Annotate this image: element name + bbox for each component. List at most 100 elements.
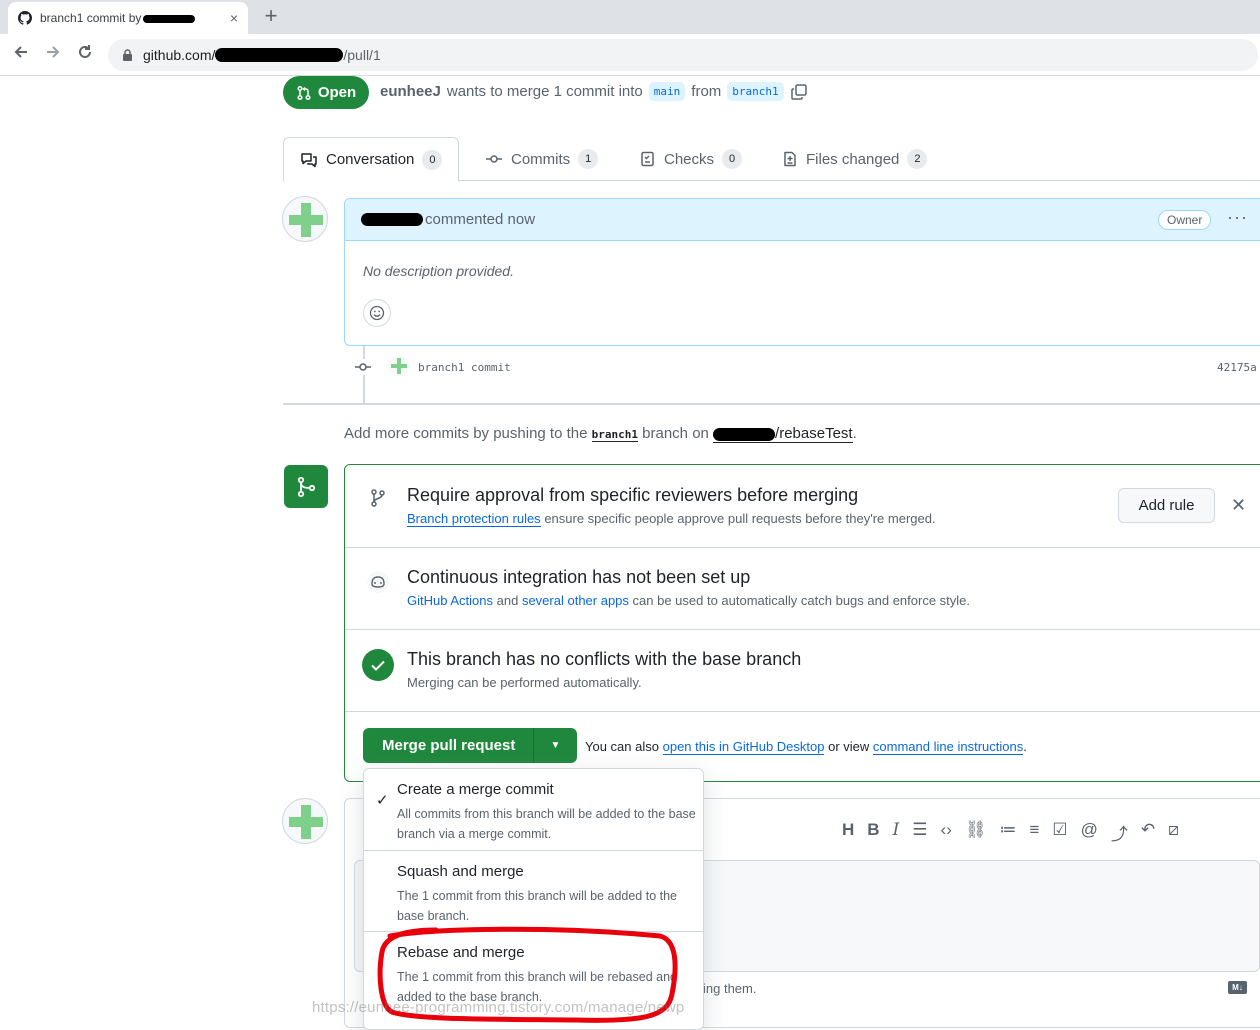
- menu-item-desc: All commits from this branch will be add…: [397, 807, 696, 841]
- commit-message[interactable]: branch1 commit: [418, 361, 511, 374]
- add-rule-button[interactable]: Add rule: [1118, 488, 1215, 523]
- add-reaction-button[interactable]: [363, 299, 391, 327]
- reply-icon[interactable]: ↶: [1141, 820, 1155, 845]
- push-hint-middle: branch on: [642, 425, 709, 442]
- tab-checks-label: Checks: [664, 150, 715, 168]
- ci-section: Continuous integration has not been set …: [345, 548, 1260, 630]
- git-commit-icon: [354, 359, 372, 375]
- github-favicon-icon: [18, 11, 32, 25]
- slash-command-icon[interactable]: ⧄: [1168, 820, 1179, 845]
- copilot-icon: [367, 571, 389, 593]
- conflicts-section: This branch has no conflicts with the ba…: [345, 630, 1260, 712]
- code-icon[interactable]: ‹›: [941, 820, 952, 845]
- url-path: /pull/1: [343, 47, 381, 63]
- review-desc: Branch protection rules ensure specific …: [407, 511, 936, 527]
- kebab-menu-icon[interactable]: ···: [1227, 207, 1248, 228]
- push-hint: Add more commits by pushing to the branc…: [344, 425, 857, 443]
- tab-close-icon[interactable]: ×: [230, 10, 238, 26]
- pr-from-text: from: [691, 83, 722, 100]
- copy-icon[interactable]: [790, 83, 808, 101]
- link-icon[interactable]: ⛓: [965, 820, 987, 845]
- unordered-list-icon[interactable]: ≔: [999, 820, 1016, 845]
- browser-tab-bar: branch1 commit by × +: [0, 0, 1260, 34]
- close-icon[interactable]: ✕: [1231, 495, 1246, 516]
- browser-tab[interactable]: branch1 commit by ×: [8, 2, 248, 34]
- merge-alternatives: You can also open this in GitHub Desktop…: [585, 739, 1027, 755]
- base-branch-tag[interactable]: main: [648, 82, 686, 101]
- pr-state-label: Open: [317, 84, 357, 101]
- tab-commits-count: 1: [578, 149, 599, 169]
- lock-icon: [123, 48, 132, 61]
- other-apps-link[interactable]: several other apps: [522, 593, 629, 608]
- italic-icon[interactable]: I: [893, 820, 900, 845]
- github-desktop-link[interactable]: open this in GitHub Desktop: [662, 739, 825, 755]
- comment-body: No description provided.: [363, 263, 514, 279]
- head-branch-tag[interactable]: branch1: [727, 82, 784, 101]
- menu-item-create-merge-commit[interactable]: ✓ Create a merge commit All commits from…: [364, 781, 703, 844]
- back-arrow-icon[interactable]: [8, 42, 34, 68]
- url-host: github.com/: [143, 47, 216, 63]
- comment-header: commented now Owner ···: [345, 199, 1260, 241]
- commit-sha[interactable]: 42175a: [1217, 361, 1257, 374]
- task-list-icon[interactable]: ☑: [1052, 820, 1067, 845]
- avatar[interactable]: [282, 196, 328, 242]
- push-hint-prefix: Add more commits by pushing to the: [344, 425, 588, 442]
- menu-item-title: Squash and merge: [397, 863, 524, 880]
- conflicts-desc: Merging can be performed automatically.: [407, 675, 642, 690]
- menu-item-squash-and-merge[interactable]: Squash and merge The 1 commit from this …: [364, 863, 703, 926]
- pr-merge-text: wants to merge 1 commit into: [446, 83, 643, 100]
- review-section: Require approval from specific reviewers…: [345, 465, 1260, 548]
- forward-arrow-icon[interactable]: [40, 42, 66, 68]
- ci-title: Continuous integration has not been set …: [407, 567, 751, 587]
- bold-icon[interactable]: B: [867, 820, 879, 845]
- owner-badge: Owner: [1158, 210, 1212, 230]
- commit-row: branch1 commit 42175a: [344, 350, 1260, 386]
- merge-method-dropdown-icon[interactable]: ▼: [533, 728, 577, 763]
- redacted-author: [361, 213, 423, 226]
- comment-discussion-icon: [301, 152, 317, 167]
- menu-item-title: Create a merge commit: [397, 781, 554, 798]
- cross-reference-icon[interactable]: ⤴: [1111, 820, 1128, 845]
- timeline-divider: [283, 403, 1260, 405]
- heading-icon[interactable]: H: [842, 820, 854, 845]
- tab-commits[interactable]: Commits 1: [485, 137, 599, 181]
- branch-protection-link[interactable]: Branch protection rules: [407, 511, 541, 527]
- pr-state-badge: Open: [283, 76, 369, 109]
- menu-divider: [364, 850, 703, 851]
- comment-box: commented now Owner ··· No description p…: [344, 198, 1260, 346]
- tab-conversation[interactable]: Conversation 0: [283, 137, 460, 182]
- pr-author[interactable]: eunheeJ: [380, 83, 441, 100]
- reload-icon[interactable]: [72, 42, 98, 68]
- command-line-link[interactable]: command line instructions: [872, 739, 1024, 755]
- tab-commits-label: Commits: [511, 150, 571, 168]
- pull-request-icon: [297, 85, 311, 100]
- address-bar[interactable]: github.com/ /pull/1: [108, 39, 1258, 71]
- ci-desc: GitHub Actions and several other apps ca…: [407, 593, 971, 608]
- tab-checks[interactable]: Checks 0: [640, 137, 743, 181]
- editor-footer-text: ing them.: [703, 981, 757, 996]
- watermark: https://eunhee-programming.tistory.com/m…: [312, 999, 685, 1016]
- merge-button-label[interactable]: Merge pull request: [363, 737, 533, 754]
- tab-title: branch1 commit by: [40, 11, 230, 25]
- markdown-icon: M↓: [1228, 981, 1247, 994]
- git-merge-icon: [284, 465, 328, 508]
- ordered-list-icon[interactable]: ≡: [1029, 820, 1039, 845]
- merge-pull-request-button[interactable]: Merge pull request ▼: [363, 728, 577, 763]
- mention-icon[interactable]: @: [1081, 820, 1098, 845]
- push-hint-repo[interactable]: /rebaseTest: [713, 425, 853, 443]
- push-hint-branch[interactable]: branch1: [591, 428, 638, 442]
- github-actions-link[interactable]: GitHub Actions: [407, 593, 493, 608]
- commit-author-avatar[interactable]: [389, 356, 409, 376]
- quote-icon[interactable]: ☰: [912, 820, 927, 845]
- new-tab-button[interactable]: +: [258, 3, 284, 29]
- avatar[interactable]: [282, 798, 328, 844]
- tab-conversation-count: 0: [422, 149, 443, 170]
- menu-item-desc: The 1 commit from this branch will be ad…: [397, 889, 677, 923]
- smiley-icon: [369, 305, 385, 321]
- tab-files-changed[interactable]: Files changed 2: [782, 137, 928, 181]
- git-branch-icon: [371, 489, 385, 507]
- tab-files-changed-label: Files changed: [806, 150, 900, 168]
- file-diff-icon: [784, 151, 796, 167]
- identicon-icon: [289, 805, 323, 839]
- push-hint-suffix: .: [852, 425, 857, 442]
